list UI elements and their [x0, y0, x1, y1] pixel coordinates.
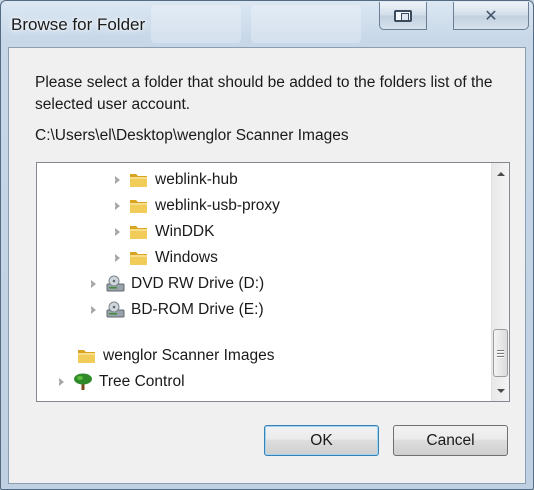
- tree-item-label: Windows: [155, 249, 218, 266]
- scroll-down-button[interactable]: [492, 382, 509, 399]
- tree-icon: [74, 373, 92, 390]
- scrollbar-thumb[interactable]: [493, 329, 508, 377]
- tree-item-label: WinDDK: [155, 223, 215, 240]
- tree-item-label: DVD RW Drive (D:): [131, 275, 265, 292]
- dvd-drive-icon: [106, 275, 125, 292]
- close-icon: ✕: [484, 6, 498, 25]
- arrow-down-icon: [496, 388, 505, 393]
- window-title: Browse for Folder: [11, 15, 146, 34]
- tree-vertical-scrollbar[interactable]: [491, 163, 509, 401]
- grip-icon: [497, 349, 504, 351]
- scroll-up-button[interactable]: [492, 165, 509, 182]
- tree-item-label: weblink-usb-proxy: [155, 197, 280, 214]
- folder-icon: [130, 252, 147, 265]
- tree-item[interactable]: WinDDK: [109, 219, 214, 245]
- tree-item-label: weblink-hub: [155, 171, 238, 188]
- tree-item[interactable]: Windows: [109, 245, 218, 271]
- arrow-up-icon: [496, 171, 505, 176]
- browse-for-folder-dialog: Browse for Folder ✕ Please select a fold…: [0, 0, 534, 490]
- tree-item[interactable]: DVD RW Drive (D:): [85, 271, 264, 297]
- tree-item[interactable]: wenglor Scanner Images: [77, 343, 274, 369]
- folder-icon: [130, 200, 147, 213]
- close-button[interactable]: ✕: [453, 2, 529, 30]
- tree-item[interactable]: weblink-hub: [109, 167, 238, 193]
- tree-item[interactable]: BD-ROM Drive (E:): [85, 297, 264, 323]
- tree-item-label: Tree Control: [99, 373, 185, 390]
- bd-drive-icon: [106, 301, 125, 318]
- restore-button[interactable]: [379, 2, 427, 30]
- folder-icon: [78, 350, 95, 363]
- expand-arrow-icon[interactable]: [109, 172, 125, 188]
- tree-item-label: BD-ROM Drive (E:): [131, 301, 264, 318]
- expand-arrow-icon[interactable]: [85, 302, 101, 318]
- selected-path-label: C:\Users\el\Desktop\wenglor Scanner Imag…: [35, 127, 349, 144]
- folder-tree[interactable]: weblink-hub weblink-usb-proxy WinDDK Win…: [36, 162, 510, 402]
- tree-item[interactable]: weblink-usb-proxy: [109, 193, 280, 219]
- dialog-body: Please select a folder that should be ad…: [8, 47, 526, 484]
- expand-arrow-icon[interactable]: [109, 198, 125, 214]
- tree-item[interactable]: Tree Control: [53, 369, 185, 395]
- titlebar[interactable]: Browse for Folder ✕: [1, 1, 533, 47]
- folder-icon: [130, 226, 147, 239]
- grip-icon: [497, 355, 504, 357]
- restore-icon: [394, 9, 412, 22]
- expand-arrow-icon[interactable]: [109, 250, 125, 266]
- expand-arrow-icon[interactable]: [53, 374, 69, 390]
- cancel-button[interactable]: Cancel: [393, 425, 508, 456]
- grip-icon: [497, 352, 504, 354]
- expand-arrow-icon[interactable]: [109, 224, 125, 240]
- ok-button[interactable]: OK: [264, 425, 379, 456]
- folder-icon: [130, 174, 147, 187]
- tree-item-label: wenglor Scanner Images: [103, 347, 275, 364]
- expand-arrow-icon[interactable]: [85, 276, 101, 292]
- instruction-text: Please select a folder that should be ad…: [35, 74, 493, 113]
